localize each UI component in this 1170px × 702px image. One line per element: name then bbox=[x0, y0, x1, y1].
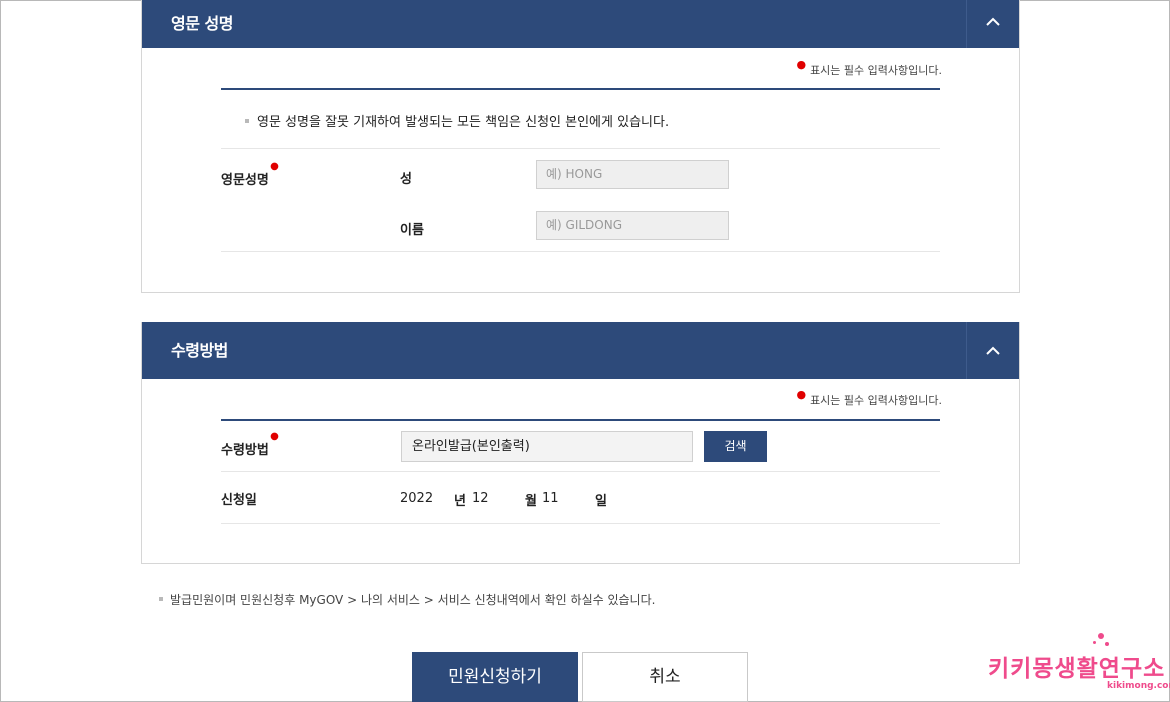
date-month: 12 bbox=[472, 491, 489, 506]
surname-input[interactable]: 예) HONG bbox=[536, 160, 729, 189]
required-note: ● 표시는 필수 입력사항입니다. bbox=[796, 58, 942, 78]
receipt-method-label: 수령방법 ● bbox=[221, 431, 279, 458]
required-dot-icon: ● bbox=[270, 161, 279, 172]
watermark-logo: 키키몽생활연구소 kikimong.com bbox=[988, 633, 1170, 693]
row-divider bbox=[221, 251, 940, 252]
square-bullet-icon bbox=[159, 596, 163, 601]
row-divider bbox=[221, 471, 940, 472]
row-divider bbox=[221, 148, 940, 149]
section-title: 수령방법 bbox=[171, 341, 228, 360]
surname-label: 성 bbox=[400, 172, 412, 187]
section-english-name: 영문 성명 ● 표시는 필수 입력사항입니다. 영문 성명을 잘못 기재하여 발생… bbox=[141, 0, 1020, 293]
search-button[interactable]: 검색 bbox=[704, 431, 767, 462]
required-dot-icon: ● bbox=[270, 431, 279, 442]
section-title: 영문 성명 bbox=[171, 14, 233, 33]
collapse-button[interactable] bbox=[966, 0, 1019, 48]
section-receipt-method: 수령방법 ● 표시는 필수 입력사항입니다. 수령방법 ● 온라인발급(본인출력) … bbox=[141, 322, 1020, 564]
cancel-button[interactable]: 취소 bbox=[582, 652, 748, 702]
notice-message: 영문 성명을 잘못 기재하여 발생되는 모든 책임은 신청인 본인에게 있습니다… bbox=[257, 115, 670, 130]
top-divider bbox=[221, 419, 940, 421]
date-year-unit: 년 bbox=[454, 494, 466, 509]
required-note-text: 표시는 필수 입력사항입니다. bbox=[810, 394, 942, 407]
date-month-unit: 월 bbox=[525, 494, 537, 509]
notice-text: 영문 성명을 잘못 기재하여 발생되는 모든 책임은 신청인 본인에게 있습니다… bbox=[245, 111, 669, 130]
required-dot-icon: ● bbox=[796, 388, 807, 401]
english-name-label-text: 영문성명 bbox=[221, 173, 269, 188]
section-header: 수령방법 bbox=[142, 322, 1019, 379]
given-name-input[interactable]: 예) GILDONG bbox=[536, 211, 729, 240]
square-bullet-icon bbox=[245, 118, 249, 123]
required-dot-icon: ● bbox=[796, 58, 807, 71]
chevron-up-icon bbox=[986, 346, 1000, 355]
date-year: 2022 bbox=[400, 491, 434, 506]
watermark-text: 키키몽생활연구소 bbox=[988, 656, 1166, 682]
english-name-label: 영문성명 ● bbox=[221, 161, 279, 188]
top-divider bbox=[221, 88, 940, 90]
receipt-method-label-text: 수령방법 bbox=[221, 443, 269, 458]
given-name-label: 이름 bbox=[400, 223, 424, 238]
required-note-text: 표시는 필수 입력사항입니다. bbox=[810, 64, 942, 77]
row-divider bbox=[221, 523, 940, 524]
date-day: 11 bbox=[542, 491, 559, 506]
submit-application-button[interactable]: 민원신청하기 bbox=[412, 652, 578, 702]
required-note: ● 표시는 필수 입력사항입니다. bbox=[796, 388, 942, 408]
watermark-url: kikimong.com bbox=[1107, 681, 1170, 691]
footer-note: 발급민원이며 민원신청후 MyGOV > 나의 서비스 > 서비스 신청내역에서… bbox=[159, 591, 655, 608]
date-day-unit: 일 bbox=[595, 494, 607, 509]
application-date-label: 신청일 bbox=[221, 493, 257, 508]
receipt-method-field[interactable]: 온라인발급(본인출력) bbox=[401, 431, 693, 462]
collapse-button[interactable] bbox=[966, 322, 1019, 379]
chevron-up-icon bbox=[986, 17, 1000, 26]
section-header: 영문 성명 bbox=[142, 0, 1019, 48]
footer-note-text: 발급민원이며 민원신청후 MyGOV > 나의 서비스 > 서비스 신청내역에서… bbox=[170, 593, 656, 607]
